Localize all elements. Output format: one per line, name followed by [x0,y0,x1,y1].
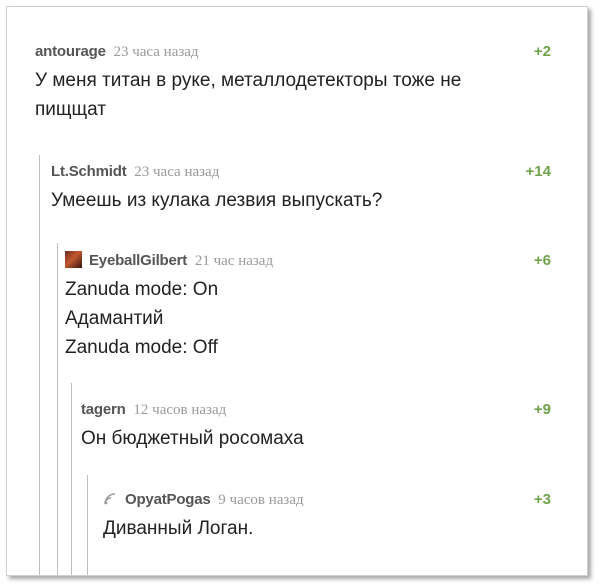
comment-author[interactable]: EyeballGilbert [89,252,187,269]
comment-antourage: antourage 23 часа назад +2 У меня титан … [35,41,551,124]
comment-time[interactable]: 23 часа назад [113,44,198,60]
comment-rating: +2 [533,43,551,60]
comment-author[interactable]: tagern [81,401,126,418]
comment-rating: +9 [533,401,551,418]
comment-meta: EyeballGilbert 21 час назад +6 [65,250,551,272]
comment-text: У меня титан в руке, металлодетекторы то… [35,70,462,120]
comment-time[interactable]: 23 часа назад [134,164,219,180]
comment-text: Умеешь из кулака лезвия выпускать? [51,190,383,211]
comment-lt-schmidt: Lt.Schmidt 23 часа назад +14 Умеешь из к… [51,161,551,215]
comment-author[interactable]: Lt.Schmidt [51,163,127,180]
comment-rating: +6 [533,252,551,269]
wifi-signal-icon[interactable] [103,491,117,505]
comment-opyatpogas: OpyatPogas 9 часов назад +3 Диванный Лог… [103,489,551,543]
comment-text: Zanuda mode: On Адамантий Zanuda mode: O… [65,279,219,358]
comment-meta: Lt.Schmidt 23 часа назад +14 [51,161,551,183]
comment-author[interactable]: antourage [35,43,106,60]
user-avatar[interactable] [65,251,82,268]
comment-meta: tagern 12 часов назад +9 [81,399,551,421]
comment-meta: OpyatPogas 9 часов назад +3 [103,489,551,511]
comment-tagern: tagern 12 часов назад +9 Он бюджетный ро… [81,399,551,453]
comment-time[interactable]: 9 часов назад [218,492,303,508]
comment-time[interactable]: 12 часов назад [133,402,226,418]
comment-text: Он бюджетный росомаха [81,428,304,449]
thread-line-level-3[interactable] [71,383,72,575]
comment-rating: +14 [525,163,551,180]
comment-text: Диванный Логан. [103,518,254,539]
comment-rating: +3 [533,491,551,508]
comment-time[interactable]: 21 час назад [195,253,273,269]
thread-line-level-4[interactable] [87,475,88,575]
thread-line-level-1[interactable] [39,155,40,575]
comment-thread: antourage 23 часа назад +2 У меня титан … [6,6,588,576]
comment-author[interactable]: OpyatPogas [125,491,211,508]
thread-line-level-2[interactable] [57,243,58,575]
comment-eyeballgilbert: EyeballGilbert 21 час назад +6 Zanuda mo… [65,250,551,362]
comment-meta: antourage 23 часа назад +2 [35,41,551,63]
